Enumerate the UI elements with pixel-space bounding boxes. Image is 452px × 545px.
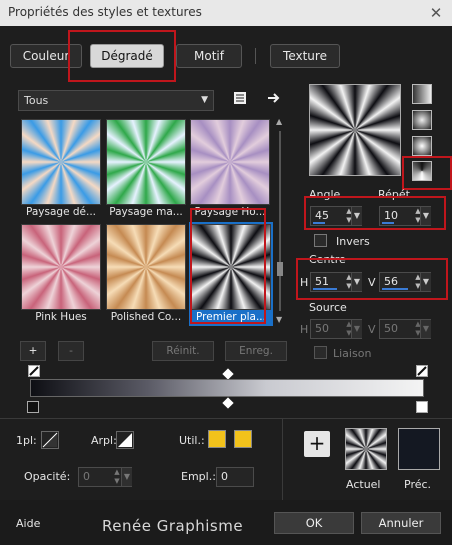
opacity-stop-end[interactable] [416, 401, 428, 413]
gradient-list-scrollbar[interactable]: ▲ ▼ [274, 117, 286, 327]
source-v-value: 50 [384, 322, 398, 335]
help-link[interactable]: Aide [16, 517, 40, 530]
gradient-swatch[interactable] [21, 224, 101, 310]
title-bar: Propriétés des styles et textures ✕ [0, 0, 452, 26]
highlight-box-swatch [190, 208, 266, 324]
midpoint-marker-bottom[interactable] [222, 397, 234, 409]
scroll-track [279, 131, 281, 311]
midpoint-marker-top[interactable] [222, 368, 234, 380]
gradient-swatch-label: Paysage dé... [25, 206, 96, 218]
tab-motif[interactable]: Motif [176, 44, 242, 68]
first-plane-swatch[interactable] [41, 431, 59, 449]
scroll-up-icon[interactable]: ▲ [276, 117, 282, 126]
radial-style-icon[interactable] [412, 136, 432, 156]
ok-button[interactable]: OK [274, 512, 354, 534]
tab-divider [255, 48, 256, 64]
gradient-swatch-label: Paysage ma... [109, 206, 183, 218]
color-stop-start-icon[interactable] [28, 365, 40, 377]
scroll-down-icon[interactable]: ▼ [276, 315, 282, 324]
gradient-swatch[interactable] [21, 119, 101, 205]
add-gradient-button[interactable]: + [20, 341, 46, 361]
reset-button[interactable]: Réinit. [152, 341, 214, 361]
highlight-box-center [296, 258, 448, 300]
opacity-label: Opacité: [24, 470, 71, 483]
gradient-preview[interactable] [309, 84, 401, 176]
highlight-box-tab [68, 30, 176, 82]
divider [0, 418, 452, 419]
window-title: Propriétés des styles et textures [8, 5, 202, 19]
opacity-dropdown[interactable]: ▼ [121, 468, 132, 486]
tab-texture[interactable]: Texture [270, 44, 340, 68]
opacity-value: 0 [83, 470, 90, 483]
source-h-field[interactable]: 50 ▲ ▼ ▼ [310, 319, 362, 339]
highlight-box-style [402, 156, 452, 190]
close-button[interactable]: ✕ [424, 2, 448, 24]
current-gradient-preview[interactable] [345, 428, 387, 470]
highlight-box-angle [304, 196, 446, 230]
source-v-dropdown[interactable]: ▼ [420, 320, 431, 338]
previous-color-preview[interactable] [398, 428, 440, 470]
first-plane-label: 1pl: [16, 434, 37, 447]
source-h-label: H [300, 323, 309, 336]
linear-style-icon[interactable] [412, 84, 432, 104]
util-label: Util.: [179, 434, 205, 447]
empl-field[interactable]: 0 [216, 467, 254, 487]
gradient-swatch[interactable] [106, 224, 186, 310]
gradient-swatch[interactable] [106, 119, 186, 205]
arrow-right-icon[interactable] [266, 90, 282, 106]
color-stop-end-icon[interactable] [416, 365, 428, 377]
save-button[interactable]: Enreg. [225, 341, 287, 361]
previous-label: Préc. [404, 478, 432, 491]
current-label: Actuel [346, 478, 381, 491]
source-v-label: V [368, 323, 376, 336]
remove-gradient-button[interactable]: - [58, 341, 84, 361]
rectangular-style-icon[interactable] [412, 110, 432, 130]
invert-label: Invers [336, 235, 370, 248]
source-h-value: 50 [315, 322, 329, 335]
gradient-swatch-label: Pink Hues [35, 311, 87, 323]
opacity-field[interactable]: 0 ▲ ▼ ▼ [78, 467, 132, 487]
source-h-dropdown[interactable]: ▼ [351, 320, 362, 338]
source-label: Source [309, 301, 347, 314]
scroll-thumb[interactable] [277, 262, 283, 276]
util-color-1[interactable] [208, 430, 226, 448]
gradient-swatch-label: Polished Co... [110, 311, 182, 323]
watermark-text: Renée Graphisme [102, 517, 244, 535]
cancel-button[interactable]: Annuler [361, 512, 441, 534]
empl-value: 0 [221, 470, 228, 483]
arpl-swatch[interactable] [116, 431, 134, 449]
link-checkbox[interactable] [314, 346, 327, 359]
arpl-label: Arpl: [91, 434, 117, 447]
chevron-down-icon: ▼ [201, 95, 208, 105]
gradient-swatch[interactable] [190, 119, 270, 205]
gradient-editor-bar[interactable] [30, 379, 424, 397]
opacity-stop-start[interactable] [27, 401, 39, 413]
util-color-2[interactable] [234, 430, 252, 448]
source-v-field[interactable]: 50 ▲ ▼ ▼ [379, 319, 431, 339]
link-label: Liaison [333, 347, 372, 360]
empl-label: Empl.: [181, 470, 216, 483]
invert-checkbox[interactable] [314, 234, 327, 247]
preset-category-select[interactable]: Tous ▼ [18, 90, 214, 111]
library-icon[interactable] [232, 90, 248, 106]
add-preset-button[interactable]: + [304, 431, 330, 457]
preset-category-value: Tous [24, 94, 49, 107]
divider-vertical [282, 418, 283, 500]
